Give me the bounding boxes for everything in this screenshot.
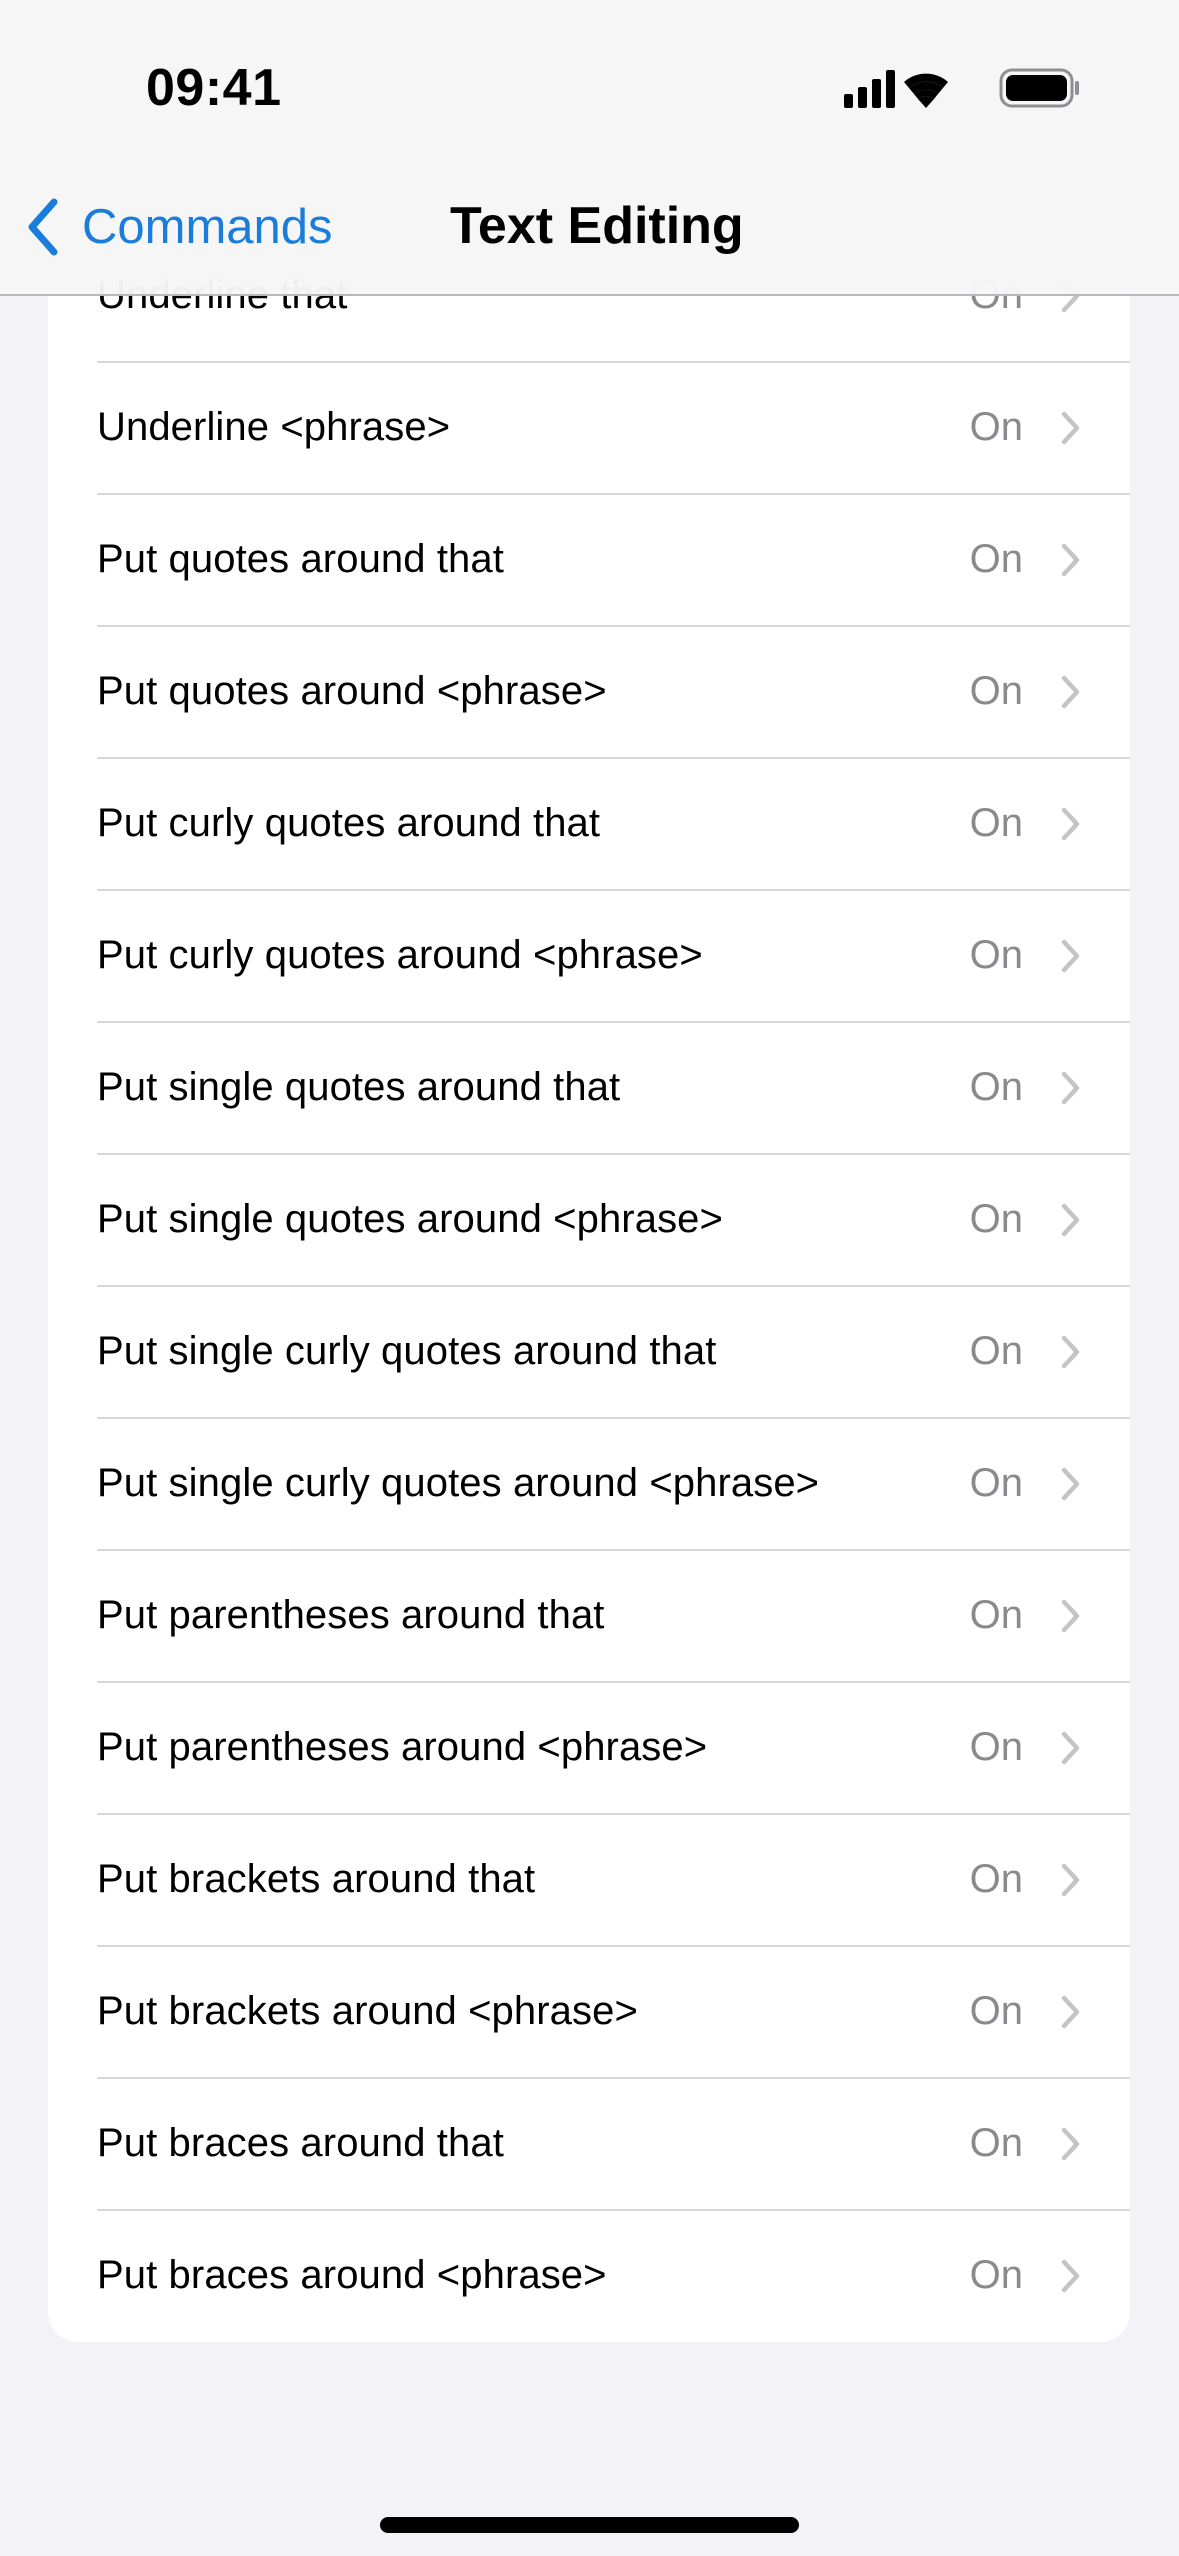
- command-status: On: [969, 1989, 1023, 2033]
- command-status: On: [969, 2253, 1023, 2297]
- command-status: On: [969, 405, 1023, 449]
- chevron-right-icon: [1061, 411, 1080, 445]
- command-label: Put single quotes around that: [97, 1065, 621, 1109]
- command-status: On: [969, 669, 1023, 713]
- command-label: Put brackets around <phrase>: [97, 1989, 638, 2033]
- back-button[interactable]: Commands: [26, 194, 333, 260]
- chevron-right-icon: [1061, 1599, 1080, 1633]
- chevron-right-icon: [1061, 543, 1080, 577]
- command-row[interactable]: Put quotes around that On: [48, 493, 1130, 625]
- command-row[interactable]: Put quotes around <phrase> On: [48, 625, 1130, 757]
- command-row[interactable]: Put brackets around that On: [48, 1813, 1130, 1945]
- command-status: On: [969, 1725, 1023, 1769]
- command-status: On: [969, 1197, 1023, 1241]
- command-row[interactable]: Put curly quotes around that On: [48, 757, 1130, 889]
- command-status: On: [969, 933, 1023, 977]
- back-button-label: Commands: [82, 200, 333, 254]
- command-row[interactable]: Put braces around <phrase> On: [48, 2209, 1130, 2341]
- command-status: On: [969, 2121, 1023, 2165]
- command-row[interactable]: Put parentheses around that On: [48, 1549, 1130, 1681]
- chevron-right-icon: [1061, 2127, 1080, 2161]
- chevron-right-icon: [1061, 807, 1080, 841]
- battery-icon: [999, 68, 1079, 108]
- wifi-icon: [904, 73, 948, 108]
- command-label: Put quotes around that: [97, 537, 504, 581]
- command-label: Underline <phrase>: [97, 405, 451, 449]
- page-title: Text Editing: [450, 197, 744, 255]
- command-label: Put single quotes around <phrase>: [97, 1197, 723, 1241]
- command-status: On: [969, 1065, 1023, 1109]
- chevron-right-icon: [1061, 1071, 1080, 1105]
- commands-card: Underline thatOnUnderline <phrase>OnPut …: [48, 229, 1130, 2342]
- status-time: 09:41: [146, 59, 282, 117]
- chevron-right-icon: [1061, 1335, 1080, 1369]
- chevron-right-icon: [1061, 1731, 1080, 1765]
- cellular-signal-icon: [844, 70, 895, 108]
- chevron-right-icon: [1061, 1863, 1080, 1897]
- command-row[interactable]: Put single curly quotes around <phrase> O…: [48, 1417, 1130, 1549]
- command-status: On: [969, 1461, 1023, 1505]
- status-icons: [844, 68, 1079, 108]
- command-row[interactable]: Put single quotes around that On: [48, 1021, 1130, 1153]
- command-row[interactable]: Put brackets around <phrase> On: [48, 1945, 1130, 2077]
- chevron-right-icon: [1061, 675, 1080, 709]
- command-row[interactable]: Put single quotes around <phrase> On: [48, 1153, 1130, 1285]
- chevron-right-icon: [1061, 939, 1080, 973]
- command-status: On: [969, 537, 1023, 581]
- command-row[interactable]: Put single curly quotes around that On: [48, 1285, 1130, 1417]
- chevron-right-icon: [1061, 2259, 1080, 2293]
- command-label: Put single curly quotes around that: [97, 1329, 717, 1373]
- command-label: Put parentheses around that: [97, 1593, 605, 1637]
- command-label: Put braces around <phrase>: [97, 2253, 607, 2297]
- chevron-right-icon: [1061, 1995, 1080, 2029]
- command-label: Put single curly quotes around <phrase>: [97, 1461, 820, 1505]
- command-label: Put brackets around that: [97, 1857, 536, 1901]
- command-status: On: [969, 1857, 1023, 1901]
- command-status: On: [969, 1329, 1023, 1373]
- command-label: Put quotes around <phrase>: [97, 669, 607, 713]
- command-label: Put curly quotes around that: [97, 801, 601, 845]
- command-status: On: [969, 1593, 1023, 1637]
- command-label: Put braces around that: [97, 2121, 504, 2165]
- command-row[interactable]: Put braces around that On: [48, 2077, 1130, 2209]
- command-status: On: [969, 801, 1023, 845]
- command-row[interactable]: Underline <phrase> On: [48, 361, 1130, 493]
- command-row[interactable]: Put curly quotes around <phrase> On: [48, 889, 1130, 1021]
- command-list-scroll[interactable]: Underline thatOnUnderline <phrase>OnPut …: [0, 0, 1179, 2556]
- chevron-right-icon: [1061, 1203, 1080, 1237]
- navigation-header: 09:41 Commands Text Editing: [0, 0, 1179, 296]
- command-row[interactable]: Put parentheses around <phrase> On: [48, 1681, 1130, 1813]
- home-indicator[interactable]: [380, 2517, 799, 2533]
- chevron-right-icon: [1061, 1467, 1080, 1501]
- command-label: Put curly quotes around <phrase>: [97, 933, 703, 977]
- command-label: Put parentheses around <phrase>: [97, 1725, 708, 1769]
- chevron-left-icon: [28, 198, 58, 256]
